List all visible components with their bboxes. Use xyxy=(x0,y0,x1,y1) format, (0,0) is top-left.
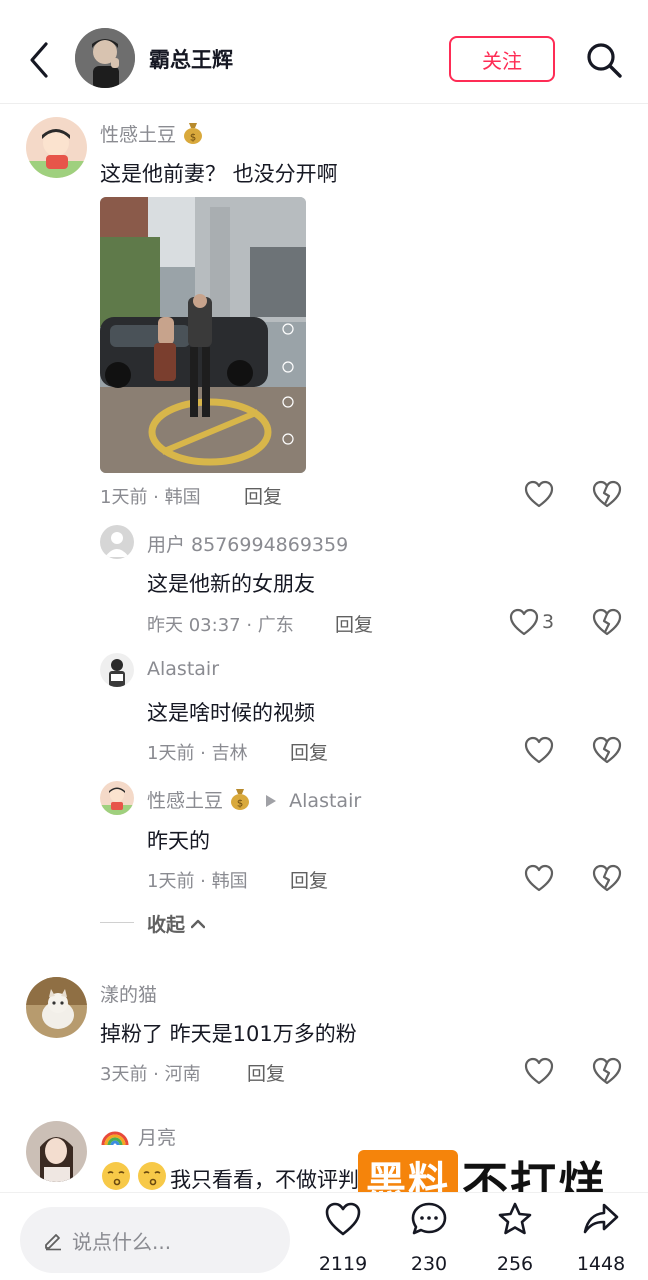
money-bag-icon: $ xyxy=(229,787,251,816)
chevron-left-icon xyxy=(30,42,48,78)
reply-text: 这是他新的女朋友 xyxy=(147,572,315,596)
reply-button[interactable]: 回复 xyxy=(335,610,373,637)
reply-button[interactable]: 回复 xyxy=(247,1059,285,1086)
reply-text: 这是啥时候的视频 xyxy=(147,701,315,725)
like-button[interactable] xyxy=(524,477,558,511)
like-button[interactable] xyxy=(524,1054,558,1088)
broken-heart-icon xyxy=(592,608,622,636)
comment-meta: 3天前 · 河南 xyxy=(100,1064,201,1085)
like-count: 3 xyxy=(542,611,555,633)
comment-count: 230 xyxy=(410,1253,448,1275)
heart-icon xyxy=(524,480,554,508)
comment-input[interactable]: 说点什么... xyxy=(20,1207,290,1273)
comment-username-text: 月亮 xyxy=(138,1127,177,1149)
back-button[interactable] xyxy=(22,40,56,80)
comment-username-text: 性感土豆 xyxy=(100,124,177,146)
svg-text:$: $ xyxy=(237,799,243,810)
author-avatar[interactable] xyxy=(75,28,135,88)
reply-to-username[interactable]: Alastair xyxy=(289,790,361,812)
reply-arrow-icon xyxy=(265,791,277,813)
reply-meta: 昨天 03:37 · 广东 xyxy=(147,615,294,636)
heart-icon xyxy=(524,1057,554,1085)
commenter-avatar[interactable] xyxy=(26,117,87,178)
reply-button[interactable]: 回复 xyxy=(290,738,328,765)
reply-button[interactable]: 回复 xyxy=(290,866,328,893)
pencil-icon xyxy=(45,1234,61,1251)
favorite-count: 256 xyxy=(496,1253,534,1275)
commenter-avatar[interactable] xyxy=(100,525,134,559)
like-button[interactable] xyxy=(524,733,558,767)
comment-username[interactable]: 性感土豆 $ xyxy=(100,120,204,150)
dislike-button[interactable] xyxy=(592,605,626,639)
share-arrow-icon xyxy=(583,1203,619,1234)
reply-username[interactable]: 性感土豆 $ Alastair xyxy=(147,786,361,816)
comment-username[interactable]: 漾的猫 xyxy=(100,980,157,1007)
star-icon xyxy=(498,1202,532,1235)
author-name[interactable]: 霸总王辉 xyxy=(149,44,233,74)
bottom-bar: 说点什么... 2119 230 256 1448 xyxy=(0,1192,648,1280)
dislike-button[interactable] xyxy=(592,1054,626,1088)
like-count: 2119 xyxy=(318,1253,368,1275)
heart-icon xyxy=(509,608,539,636)
commenter-avatar[interactable] xyxy=(100,781,134,815)
commenter-avatar[interactable] xyxy=(100,653,134,687)
dislike-button[interactable] xyxy=(592,733,626,767)
rainbow-icon xyxy=(100,1125,130,1152)
like-button[interactable] xyxy=(524,861,558,895)
reply-button[interactable]: 回复 xyxy=(244,482,282,509)
svg-text:$: $ xyxy=(190,133,196,144)
search-icon xyxy=(587,43,622,78)
reply-username-text: 性感土豆 xyxy=(147,790,224,812)
like-action[interactable]: 2119 xyxy=(308,1201,378,1277)
comment-text: 这是他前妻？ 也没分开啊 xyxy=(100,162,338,186)
commenter-avatar[interactable] xyxy=(26,1121,87,1182)
comment-bubble-icon xyxy=(411,1202,447,1235)
comment-action[interactable]: 230 xyxy=(394,1201,464,1277)
heart-icon xyxy=(524,864,554,892)
comment-username[interactable]: 月亮 xyxy=(100,1123,176,1152)
like-button[interactable] xyxy=(509,605,543,639)
money-bag-icon: $ xyxy=(182,121,204,150)
dislike-button[interactable] xyxy=(592,477,626,511)
commenter-avatar[interactable] xyxy=(26,977,87,1038)
chevron-up-icon xyxy=(191,919,206,928)
comment-image[interactable] xyxy=(100,197,306,473)
follow-button[interactable]: 关注 xyxy=(449,36,555,82)
comment-meta: 1天前 · 韩国 xyxy=(100,487,201,508)
broken-heart-icon xyxy=(592,1057,622,1085)
reply-username[interactable]: Alastair xyxy=(147,658,219,680)
broken-heart-icon xyxy=(592,864,622,892)
comment-text-content: 我只看看，不做评判。 xyxy=(170,1167,380,1192)
reply-meta: 1天前 · 韩国 xyxy=(147,871,248,892)
share-count: 1448 xyxy=(576,1253,626,1275)
collapse-label: 收起 xyxy=(147,914,186,936)
dislike-button[interactable] xyxy=(592,861,626,895)
divider xyxy=(100,922,134,923)
favorite-action[interactable]: 256 xyxy=(480,1201,550,1277)
reply-meta: 1天前 · 吉林 xyxy=(147,743,248,764)
broken-heart-icon xyxy=(592,736,622,764)
heart-icon xyxy=(524,736,554,764)
search-button[interactable] xyxy=(584,40,624,80)
comment-text: 掉粉了 昨天是101万多的粉 xyxy=(100,1022,357,1046)
reply-text: 昨天的 xyxy=(147,829,210,853)
broken-heart-icon xyxy=(592,480,622,508)
top-bar: 霸总王辉 关注 xyxy=(0,0,648,104)
reply-username[interactable]: 用户 8576994869359 xyxy=(147,530,348,557)
heart-icon xyxy=(325,1202,361,1236)
comment-input-placeholder: 说点什么... xyxy=(72,1229,172,1254)
collapse-replies-button[interactable]: 收起 xyxy=(147,910,206,937)
share-action[interactable]: 1448 xyxy=(566,1201,636,1277)
